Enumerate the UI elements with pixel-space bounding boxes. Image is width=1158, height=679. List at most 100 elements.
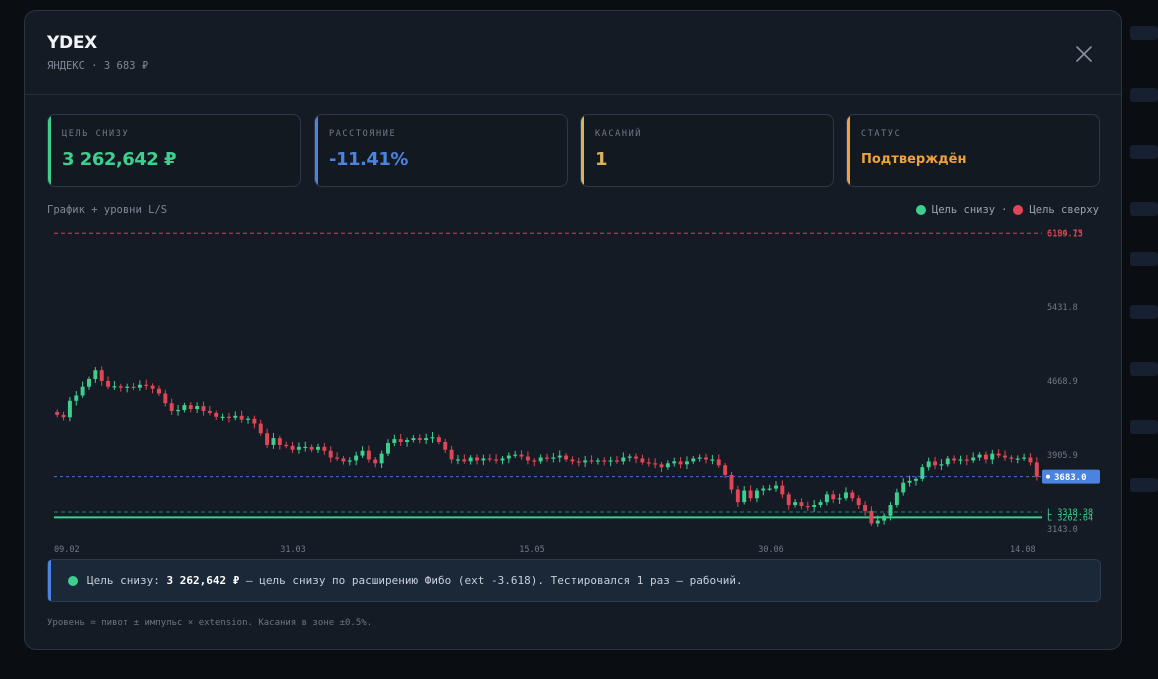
candle-body — [290, 445, 295, 450]
candle-body — [87, 378, 91, 387]
candle-body — [506, 455, 511, 459]
candle-body — [735, 489, 740, 503]
candle-body — [901, 482, 906, 493]
y-tick-label: 5431.8 — [1047, 303, 1078, 313]
candle-body — [303, 446, 308, 449]
legend-dot-target-above — [1013, 205, 1024, 215]
stat-card-status: СТАТУС Подтверждён — [846, 114, 1100, 187]
candle-body — [653, 463, 658, 465]
candle-body — [525, 456, 530, 461]
candle-body — [799, 502, 804, 507]
candle-body — [265, 433, 270, 445]
x-tick-label: 31.03 — [280, 545, 306, 555]
candle-body — [952, 458, 957, 461]
candle-body — [93, 370, 98, 379]
candle-body — [958, 459, 963, 461]
candle-body — [373, 459, 378, 464]
candle-body — [882, 515, 887, 521]
card-accent — [847, 115, 850, 186]
candle-body — [793, 502, 798, 506]
close-button[interactable] — [1073, 43, 1095, 65]
candle-body — [748, 490, 753, 499]
candle-body — [271, 438, 276, 445]
candle-body — [697, 457, 702, 459]
candle-body — [398, 439, 403, 442]
candle-body — [226, 416, 231, 418]
candle-body — [551, 457, 556, 459]
candle-body — [532, 460, 537, 462]
current-price-dot — [1046, 474, 1050, 479]
candle-body — [786, 494, 791, 506]
candle-body — [385, 442, 390, 454]
candle-body — [856, 498, 861, 506]
candle-body — [411, 438, 416, 441]
candle-body — [417, 438, 422, 441]
candle-body — [99, 370, 104, 381]
x-tick-label: 14.08 — [1010, 545, 1036, 555]
candle-body — [818, 502, 823, 506]
candle-body — [392, 439, 397, 443]
candle-body — [436, 437, 441, 442]
chart-title: График + уровни L/S — [47, 204, 168, 216]
stat-card-distance: РАССТОЯНИЕ -11.41% — [314, 114, 568, 187]
candle-body — [684, 461, 689, 465]
legend-dot-target-below — [915, 205, 926, 215]
candle-body — [341, 458, 346, 462]
candle-body — [615, 460, 619, 462]
candle-body — [443, 441, 448, 450]
candle-body — [258, 423, 263, 434]
y-tick-label: 3905.9 — [1047, 451, 1078, 461]
candle-body — [557, 455, 562, 458]
current-price-label: 3683.0 — [1054, 473, 1087, 483]
stat-card-touches: КАСАНИЙ 1 — [580, 114, 834, 187]
candle-body — [360, 450, 365, 456]
candle-body — [519, 454, 524, 457]
candle-body — [118, 386, 123, 388]
candle-body — [602, 460, 607, 462]
candle-body — [156, 388, 161, 394]
modal-header: YDEX ЯНДЕКС · 3 683 ₽ — [25, 11, 1121, 95]
chart-legend: Цель снизу · Цель сверху — [915, 204, 1099, 216]
candle-body — [1009, 457, 1014, 459]
candle-body — [913, 478, 918, 481]
candle-body — [990, 453, 995, 460]
banner-lead: Цель снизу: — [87, 574, 160, 587]
candle-body — [761, 488, 766, 491]
banner-description: — цель снизу по расширению Фибо (ext -3.… — [245, 574, 743, 587]
candle-body — [309, 446, 314, 450]
banner-value: 3 262,642 ₽ — [166, 574, 240, 587]
candle-body — [824, 494, 829, 503]
candle-body — [1028, 457, 1033, 463]
card-label: ЦЕЛЬ СНИЗУ — [62, 129, 130, 139]
candle-body — [767, 488, 772, 490]
candle-body — [659, 464, 664, 468]
candle-body — [379, 453, 384, 464]
candle-body — [742, 490, 747, 503]
candle-body — [1022, 457, 1027, 459]
candle-body — [296, 446, 301, 450]
candle-body — [939, 464, 944, 466]
target-info-banner: Цель снизу: 3 262,642 ₽ — цель снизу по … — [47, 559, 1101, 602]
candle-body — [354, 455, 359, 461]
candle-body — [487, 458, 492, 460]
candle-body — [837, 498, 842, 500]
candle-body — [80, 386, 85, 396]
candle-body — [920, 467, 925, 479]
candle-body — [933, 461, 938, 466]
candle-body — [67, 400, 72, 418]
candle-body — [621, 457, 626, 462]
candle-body — [863, 505, 868, 511]
candle-body — [322, 446, 327, 451]
x-tick-label: 15.05 — [519, 545, 545, 555]
card-accent — [581, 115, 584, 186]
candle-body — [481, 458, 486, 461]
candle-body — [576, 461, 581, 463]
level-label: L 3262.64 — [1047, 513, 1093, 523]
candle-body — [907, 480, 912, 483]
candle-body — [627, 456, 632, 458]
y-tick-label: 4668.9 — [1047, 377, 1078, 387]
candle-body — [214, 412, 219, 417]
candle-body — [131, 386, 136, 388]
price-chart[interactable]: 6194.756189.13L 3318.38L 3262.645431.846… — [25, 226, 1122, 559]
candle-body — [869, 510, 874, 524]
